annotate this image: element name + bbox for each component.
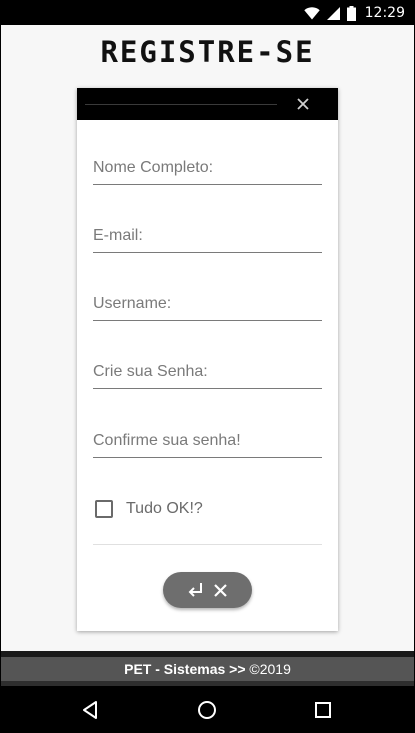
- footer-brand: PET - Sistemas >>: [124, 661, 246, 677]
- username-placeholder: Username:: [93, 295, 172, 312]
- password-field[interactable]: Crie sua Senha:: [93, 349, 322, 389]
- email-placeholder: E-mail:: [93, 227, 143, 244]
- confirm-password-placeholder: Confirme sua senha!: [93, 432, 241, 449]
- status-icons: 12:29: [303, 4, 405, 22]
- footer-band: PET - Sistemas >> ©2019: [1, 657, 414, 681]
- password-placeholder: Crie sua Senha:: [93, 363, 208, 380]
- footer: PET - Sistemas >> ©2019: [1, 651, 414, 686]
- enter-icon: [188, 583, 202, 597]
- battery-icon: [346, 5, 356, 21]
- recents-icon[interactable]: [313, 700, 333, 720]
- confirm-password-field[interactable]: Confirme sua senha!: [93, 418, 322, 458]
- confirm-checkbox-label: Tudo OK!?: [126, 500, 203, 517]
- android-nav-bar: [0, 686, 415, 733]
- wifi-icon: [303, 6, 320, 19]
- status-time: 12:29: [364, 5, 405, 21]
- close-icon: [214, 583, 227, 597]
- back-icon[interactable]: [81, 700, 101, 720]
- email-field[interactable]: E-mail:: [93, 213, 322, 253]
- cell-signal-icon: [326, 6, 340, 20]
- header-divider: [85, 104, 277, 105]
- username-field[interactable]: Username:: [93, 281, 322, 321]
- full-name-placeholder: Nome Completo:: [93, 159, 214, 176]
- home-icon[interactable]: [197, 700, 217, 720]
- confirm-checkbox-row[interactable]: Tudo OK!?: [95, 497, 203, 521]
- app-screen: REGISTRE-SE Nome Completo: E-mail: Usern…: [1, 25, 414, 652]
- status-bar: 12:29: [0, 0, 415, 25]
- confirm-checkbox[interactable]: [95, 500, 113, 518]
- submit-button[interactable]: [163, 572, 252, 608]
- register-form-card: Nome Completo: E-mail: Username: Crie su…: [77, 88, 338, 631]
- page-title: REGISTRE-SE: [100, 35, 315, 69]
- close-icon[interactable]: [296, 97, 310, 111]
- card-header: [77, 88, 338, 120]
- footer-copyright: ©2019: [249, 661, 291, 677]
- full-name-field[interactable]: Nome Completo:: [93, 145, 322, 185]
- form-divider: [93, 544, 322, 545]
